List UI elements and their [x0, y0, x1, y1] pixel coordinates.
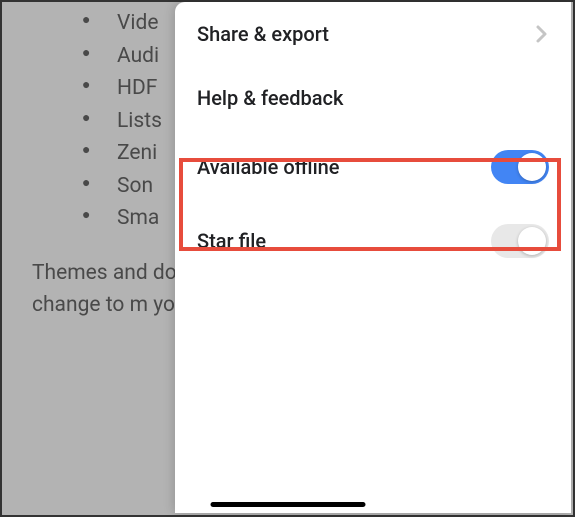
toggle-knob [518, 153, 546, 181]
share-export-item[interactable]: Share & export [175, 2, 571, 66]
star-file-toggle[interactable] [491, 224, 549, 258]
star-file-item: Star file [175, 204, 571, 278]
star-file-label: Star file [197, 229, 266, 253]
toggle-knob [518, 227, 546, 255]
action-sheet: Share & export Help & feedback Available… [175, 2, 571, 513]
home-indicator[interactable] [210, 502, 365, 507]
available-offline-toggle[interactable] [491, 150, 549, 184]
available-offline-item: Available offline [175, 130, 571, 204]
help-feedback-item[interactable]: Help & feedback [175, 66, 571, 130]
available-offline-label: Available offline [197, 155, 340, 179]
share-export-label: Share & export [197, 22, 329, 46]
chevron-right-icon [535, 24, 549, 44]
help-feedback-label: Help & feedback [197, 86, 343, 110]
